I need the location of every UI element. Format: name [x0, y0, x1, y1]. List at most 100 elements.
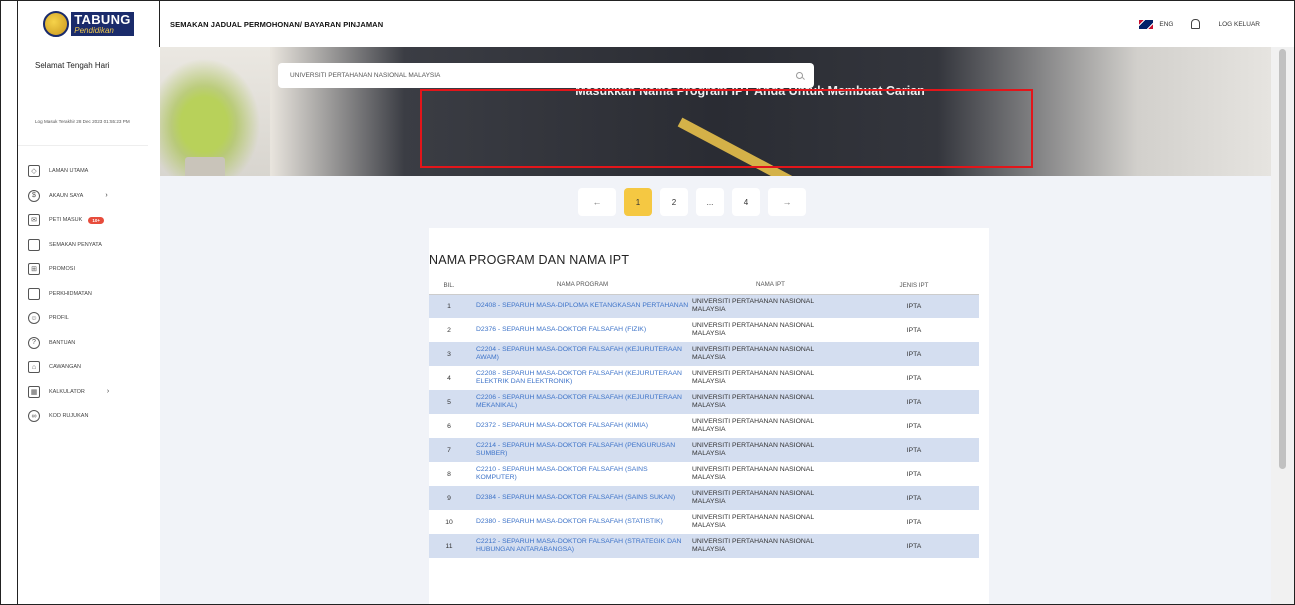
- sidebar-item-peti-masuk[interactable]: ✉ PETI MASUK 10+: [18, 208, 160, 233]
- row-program-link[interactable]: D2376 - SEPARUH MASA-DOKTOR FALSAFAH (FI…: [469, 318, 689, 342]
- next-page-button[interactable]: →: [768, 188, 806, 216]
- row-bil: 6: [447, 422, 451, 430]
- logo[interactable]: TABUNG Pendidikan: [18, 1, 160, 47]
- row-ipt: UNIVERSITI PERTAHANAN NASIONAL MALAYSIA: [692, 321, 814, 337]
- page-button-2[interactable]: 2: [660, 188, 688, 216]
- row-ipt: UNIVERSITI PERTAHANAN NASIONAL MALAYSIA: [689, 486, 849, 510]
- page-button-1[interactable]: 1: [624, 188, 652, 216]
- sidebar-item-label: PERKHIDMATAN: [49, 290, 92, 297]
- bell-icon[interactable]: [1191, 19, 1201, 29]
- sidebar-item-promosi[interactable]: ⊞ PROMOSI: [18, 257, 160, 282]
- chevron-right-icon: ›: [105, 192, 108, 200]
- row-bil: 5: [429, 390, 469, 414]
- row-jenis: IPTA: [849, 390, 979, 414]
- row-bil: 8: [447, 470, 451, 478]
- row-program-link[interactable]: C2212 - SEPARUH MASA-DOKTOR FALSAFAH (ST…: [469, 534, 689, 558]
- screen-frame: TABUNG Pendidikan SEMAKAN JADUAL PERMOHO…: [0, 0, 1295, 605]
- scroll-thumb[interactable]: [1279, 49, 1286, 469]
- row-bil: 2: [447, 326, 451, 334]
- last-login: Log Masuk Terakhir 28 Dec 2023 01:55:23 …: [18, 119, 148, 146]
- col-header-jenis: JENIS IPT: [849, 277, 979, 295]
- link-icon: ∞: [28, 410, 40, 423]
- sidebar-item-laman-utama[interactable]: ◇ LAMAN UTAMA: [18, 159, 160, 184]
- row-ipt: UNIVERSITI PERTAHANAN NASIONAL MALAYSIA: [692, 513, 814, 529]
- search-highlight-box: [420, 89, 1033, 168]
- row-jenis: IPTA: [849, 342, 979, 366]
- results-panel: NAMA PROGRAM DAN NAMA IPT BIL. NAMA PROG…: [429, 228, 989, 604]
- user-icon: ☺: [28, 312, 40, 325]
- row-jenis: IPTA: [906, 326, 922, 334]
- row-program-link[interactable]: D2408 - SEPARUH MASA-DIPLOMA KETANGKASAN…: [469, 294, 689, 318]
- table-row[interactable]: 7 C2214 - SEPARUH MASA-DOKTOR FALSAFAH (…: [429, 438, 979, 462]
- row-bil: 10: [445, 518, 453, 526]
- results-title: NAMA PROGRAM DAN NAMA IPT: [429, 253, 630, 267]
- row-ipt: UNIVERSITI PERTAHANAN NASIONAL MALAYSIA: [689, 534, 849, 558]
- sidebar-item-label: SEMAKAN PENYATA: [49, 241, 102, 248]
- search-input[interactable]: [278, 63, 814, 88]
- row-program-link[interactable]: D2372 - SEPARUH MASA-DOKTOR FALSAFAH (KI…: [469, 414, 689, 438]
- col-header-bil: BIL.: [429, 277, 469, 295]
- col-header-ipt: NAMA IPT: [689, 277, 849, 295]
- sidebar-item-akaun-saya[interactable]: $ AKAUN SAYA ›: [18, 184, 160, 209]
- row-program-link[interactable]: C2204 - SEPARUH MASA-DOKTOR FALSAFAH (KE…: [469, 342, 689, 366]
- row-ipt: UNIVERSITI PERTAHANAN NASIONAL MALAYSIA: [692, 369, 814, 385]
- sidebar-item-label: KALKULATOR: [49, 388, 85, 395]
- row-jenis: IPTA: [849, 438, 979, 462]
- results-table: BIL. NAMA PROGRAM NAMA IPT JENIS IPT 1 D…: [429, 277, 979, 558]
- sidebar-item-perkhidmatan[interactable]: PERKHIDMATAN: [18, 282, 160, 307]
- sidebar-item-label: PROMOSI: [49, 266, 75, 273]
- page-button-4[interactable]: 4: [732, 188, 760, 216]
- sidebar-item-bantuan[interactable]: ? BANTUAN: [18, 331, 160, 356]
- row-ipt: UNIVERSITI PERTAHANAN NASIONAL MALAYSIA: [692, 465, 814, 481]
- table-row[interactable]: 3 C2204 - SEPARUH MASA-DOKTOR FALSAFAH (…: [429, 342, 979, 366]
- pagination: ← 1 2 ... 4 →: [578, 188, 806, 216]
- row-ipt: UNIVERSITI PERTAHANAN NASIONAL MALAYSIA: [692, 417, 814, 433]
- row-jenis: IPTA: [906, 422, 922, 430]
- language-switch[interactable]: ENG: [1139, 19, 1173, 29]
- table-row[interactable]: 11 C2212 - SEPARUH MASA-DOKTOR FALSAFAH …: [429, 534, 979, 558]
- row-ipt: UNIVERSITI PERTAHANAN NASIONAL MALAYSIA: [689, 294, 849, 318]
- row-bil: 4: [447, 374, 451, 382]
- table-row[interactable]: 10 D2380 - SEPARUH MASA-DOKTOR FALSAFAH …: [429, 510, 979, 534]
- table-row[interactable]: 5 C2206 - SEPARUH MASA-DOKTOR FALSAFAH (…: [429, 390, 979, 414]
- logo-emblem-icon: [43, 11, 70, 37]
- sidebar-item-kalkulator[interactable]: ▦ KALKULATOR ›: [18, 380, 160, 405]
- row-program-link[interactable]: C2210 - SEPARUH MASA-DOKTOR FALSAFAH (SA…: [469, 462, 689, 486]
- page-ellipsis: ...: [696, 188, 724, 216]
- search-icon[interactable]: [796, 72, 803, 79]
- table-row[interactable]: 8 C2210 - SEPARUH MASA-DOKTOR FALSAFAH (…: [429, 462, 979, 486]
- row-bil: 7: [429, 438, 469, 462]
- chevron-right-icon: ›: [106, 388, 110, 396]
- greeting: Selamat Tengah Hari: [35, 61, 110, 70]
- row-jenis: IPTA: [849, 534, 979, 558]
- sidebar-nav: ◇ LAMAN UTAMA $ AKAUN SAYA › ✉ PETI MASU…: [18, 146, 160, 429]
- row-program-link[interactable]: C2214 - SEPARUH MASA-DOKTOR FALSAFAH (PE…: [469, 438, 689, 462]
- table-row[interactable]: 2 D2376 - SEPARUH MASA-DOKTOR FALSAFAH (…: [429, 318, 979, 342]
- layers-icon: ◇: [28, 165, 40, 178]
- prev-page-button[interactable]: ←: [578, 188, 616, 216]
- sidebar-item-kod-rujukan[interactable]: ∞ KOD RUJUKAN: [18, 404, 160, 429]
- sidebar-item-semakan-penyata[interactable]: SEMAKAN PENYATA: [18, 233, 160, 258]
- logout-link[interactable]: LOG KELUAR: [1218, 21, 1260, 28]
- sidebar-item-cawangan[interactable]: ⌂ CAWANGAN: [18, 355, 160, 380]
- row-program-link[interactable]: C2206 - SEPARUH MASA-DOKTOR FALSAFAH (KE…: [469, 390, 689, 414]
- table-header-row: BIL. NAMA PROGRAM NAMA IPT JENIS IPT: [429, 277, 979, 295]
- row-jenis: IPTA: [906, 470, 922, 478]
- row-program-link[interactable]: D2384 - SEPARUH MASA-DOKTOR FALSAFAH (SA…: [469, 486, 689, 510]
- row-program-link[interactable]: C2208 - SEPARUH MASA-DOKTOR FALSAFAH (KE…: [469, 366, 689, 390]
- page-title: SEMAKAN JADUAL PERMOHONAN/ BAYARAN PINJA…: [170, 19, 384, 29]
- table-row[interactable]: 9 D2384 - SEPARUH MASA-DOKTOR FALSAFAH (…: [429, 486, 979, 510]
- table-row[interactable]: 1 D2408 - SEPARUH MASA-DIPLOMA KETANGKAS…: [429, 294, 979, 318]
- sidebar-item-label: LAMAN UTAMA: [49, 168, 89, 175]
- sidebar-item-label: CAWANGAN: [49, 364, 81, 371]
- table-row[interactable]: 4 C2208 - SEPARUH MASA-DOKTOR FALSAFAH (…: [429, 366, 979, 390]
- logo-mark: TABUNG Pendidikan: [43, 11, 134, 37]
- table-row[interactable]: 6 D2372 - SEPARUH MASA-DOKTOR FALSAFAH (…: [429, 414, 979, 438]
- row-program-link[interactable]: D2380 - SEPARUH MASA-DOKTOR FALSAFAH (ST…: [469, 510, 689, 534]
- phone-icon: [28, 287, 40, 300]
- help-icon: ?: [28, 336, 40, 349]
- sidebar-item-profil[interactable]: ☺ PROFIL: [18, 306, 160, 331]
- vertical-scrollbar[interactable]: [1271, 47, 1294, 604]
- row-jenis: IPTA: [906, 518, 922, 526]
- left-edge-bar: [1, 1, 18, 604]
